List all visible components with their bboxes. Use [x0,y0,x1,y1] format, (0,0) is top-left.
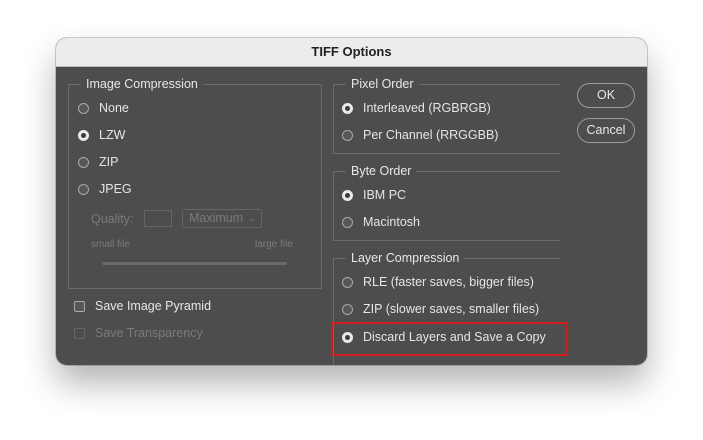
pixel-order-interleaved-radio[interactable] [342,102,353,114]
chevron-down-icon: ⌄ [248,213,256,223]
pixel-order-interleaved-label: Interleaved (RGBRGB) [363,101,491,115]
pixel-order-label: Pixel Order [346,76,419,92]
save-transparency-option: Save Transparency [74,324,203,342]
layer-compression-discard-option[interactable]: Discard Layers and Save a Copy [342,328,546,346]
pixel-order-interleaved-option[interactable]: Interleaved (RGBRGB) [342,99,491,117]
tiff-options-dialog: TIFF Options Image Compression None LZW … [56,38,647,365]
layer-compression-rle-label: RLE (faster saves, bigger files) [363,275,534,289]
quality-input[interactable] [144,210,172,227]
save-image-pyramid-option[interactable]: Save Image Pyramid [74,297,211,315]
layer-compression-discard-label: Discard Layers and Save a Copy [363,330,546,344]
quality-slider[interactable] [102,262,287,265]
byte-order-macintosh-option[interactable]: Macintosh [342,213,420,231]
image-compression-label: Image Compression [81,76,203,92]
save-transparency-checkbox [74,327,85,339]
layer-compression-zip-option[interactable]: ZIP (slower saves, smaller files) [342,300,539,318]
dialog-title: TIFF Options [56,38,647,67]
layer-compression-rle-option[interactable]: RLE (faster saves, bigger files) [342,273,534,291]
layer-compression-zip-radio[interactable] [342,303,353,315]
compression-none-option[interactable]: None [78,99,129,117]
byte-order-ibm-pc-radio[interactable] [342,189,353,201]
save-image-pyramid-checkbox[interactable] [74,300,85,312]
compression-none-radio[interactable] [78,102,89,114]
layer-compression-rle-radio[interactable] [342,276,353,288]
pixel-order-per-channel-label: Per Channel (RRGGBB) [363,128,499,142]
cancel-button[interactable]: Cancel [577,118,635,143]
layer-compression-discard-radio[interactable] [342,331,353,343]
compression-zip-radio[interactable] [78,156,89,168]
compression-jpeg-option[interactable]: JPEG [78,180,132,198]
pixel-order-per-channel-radio[interactable] [342,129,353,141]
compression-jpeg-radio[interactable] [78,183,89,195]
pixel-order-per-channel-option[interactable]: Per Channel (RRGGBB) [342,126,498,144]
byte-order-macintosh-label: Macintosh [363,215,420,229]
save-transparency-label: Save Transparency [95,326,203,340]
compression-none-label: None [99,101,129,115]
layer-compression-zip-label: ZIP (slower saves, smaller files) [363,302,540,316]
compression-zip-label: ZIP [99,155,119,169]
save-image-pyramid-label: Save Image Pyramid [95,299,212,313]
byte-order-label: Byte Order [346,163,417,179]
byte-order-ibm-pc-option[interactable]: IBM PC [342,186,406,204]
compression-zip-option[interactable]: ZIP [78,153,118,171]
compression-jpeg-label: JPEG [99,182,132,196]
small-file-label: small file [91,239,130,250]
layer-compression-label: Layer Compression [346,250,465,266]
quality-label: Quality: [91,212,134,226]
byte-order-macintosh-radio[interactable] [342,216,353,228]
compression-lzw-radio[interactable] [78,129,89,141]
compression-lzw-option[interactable]: LZW [78,126,125,144]
quality-select[interactable]: Maximum ⌄ [182,209,262,228]
byte-order-ibm-pc-label: IBM PC [363,188,407,202]
large-file-label: large file [255,239,293,250]
compression-lzw-label: LZW [99,128,126,142]
quality-select-value: Maximum [189,211,244,225]
ok-button[interactable]: OK [577,83,635,108]
